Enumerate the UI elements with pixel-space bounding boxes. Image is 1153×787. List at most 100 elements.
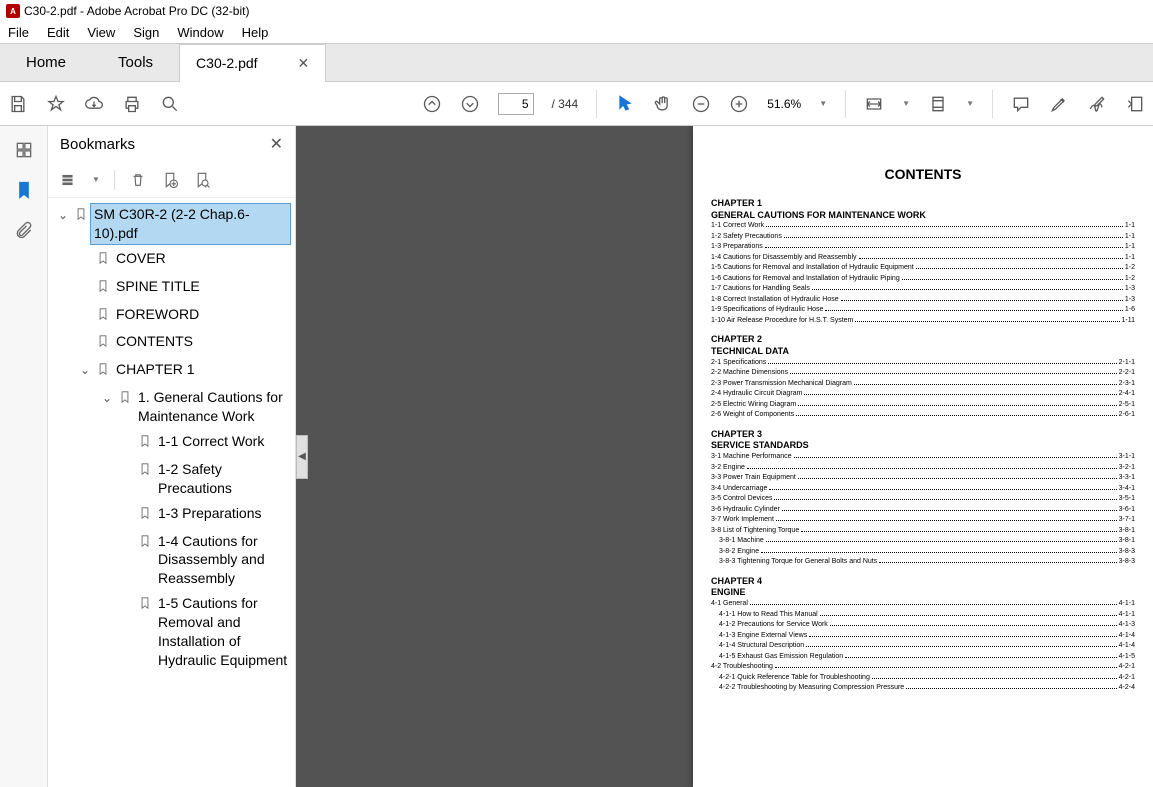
toc-row: 2-6 Weight of Components2-6-1 [711, 410, 1135, 421]
bookmark-item[interactable]: COVER [52, 246, 295, 274]
bookmark-item[interactable]: ⌄SM C30R-2 (2-2 Chap.6-10).pdf [52, 202, 295, 246]
caret-down-icon[interactable]: ▼ [902, 99, 910, 108]
toc-row: 3-6 Hydraulic Cylinder3-6-1 [711, 505, 1135, 516]
menu-help[interactable]: Help [242, 25, 269, 40]
bookmark-item[interactable]: SPINE TITLE [52, 274, 295, 302]
chevron-icon[interactable] [78, 249, 92, 251]
toc-row: 2-4 Hydraulic Circuit Diagram2-4-1 [711, 389, 1135, 400]
chevron-icon[interactable]: ⌄ [78, 360, 92, 378]
toc-row: 1-7 Cautions for Handling Seals1-3 [711, 284, 1135, 295]
close-icon[interactable]: ✕ [270, 134, 283, 154]
bookmark-item[interactable]: 1-2 Safety Precautions [52, 457, 295, 501]
bookmarks-icon[interactable] [14, 180, 34, 200]
tabbar: Home Tools C30-2.pdf ✕ [0, 44, 1153, 82]
bookmarks-header: Bookmarks ✕ [48, 126, 295, 162]
chevron-icon[interactable] [78, 332, 92, 334]
bookmark-item[interactable]: ⌄CHAPTER 1 [52, 357, 295, 385]
toc-row: 1-5 Cautions for Removal and Installatio… [711, 263, 1135, 274]
cloud-sync-icon[interactable] [84, 94, 104, 114]
bookmarks-title: Bookmarks [60, 136, 135, 153]
search-icon[interactable] [160, 94, 180, 114]
chevron-icon[interactable] [120, 594, 134, 596]
bookmark-label: 1-2 Safety Precautions [158, 460, 291, 498]
bookmark-label: COVER [116, 249, 291, 268]
toc-row: 1-9 Specifications of Hydraulic Hose1-6 [711, 305, 1135, 316]
zoom-out-icon[interactable] [691, 94, 711, 114]
bookmark-item[interactable]: CONTENTS [52, 329, 295, 357]
bookmark-label: 1-1 Correct Work [158, 432, 291, 451]
toc-row: 3-3 Power Train Equipment3-3-1 [711, 473, 1135, 484]
close-icon[interactable]: ✕ [298, 55, 310, 72]
bookmarks-tree[interactable]: ⌄SM C30R-2 (2-2 Chap.6-10).pdf COVER SPINE… [48, 198, 295, 787]
chevron-icon[interactable] [120, 532, 134, 534]
fit-width-icon[interactable] [864, 94, 884, 114]
bookmark-item[interactable]: 1-1 Correct Work [52, 429, 295, 457]
pdf-page: CONTENTS CHAPTER 1GENERAL CAUTIONS FOR M… [693, 126, 1153, 787]
toc-row: 4-1-3 Engine External Views4-1-4 [711, 631, 1135, 642]
find-bookmark-icon[interactable] [193, 171, 211, 189]
bookmark-item[interactable]: FOREWORD [52, 302, 295, 330]
add-bookmark-icon[interactable] [161, 171, 179, 189]
side-rail [0, 126, 48, 787]
chevron-icon[interactable] [120, 432, 134, 434]
chevron-icon[interactable] [78, 305, 92, 307]
toc-row: 4-1 General4-1-1 [711, 599, 1135, 610]
toc-row: 1-6 Cautions for Removal and Installatio… [711, 274, 1135, 285]
chevron-icon[interactable] [120, 504, 134, 506]
star-icon[interactable] [46, 94, 66, 114]
tab-home[interactable]: Home [0, 44, 92, 82]
bookmark-item[interactable]: 1-5 Cautions for Removal and Installatio… [52, 591, 295, 673]
toolbar: / 344 51.6% ▼ ▼ ▼ [0, 82, 1153, 126]
trash-icon[interactable] [129, 171, 147, 189]
chapter-title: ENGINE [711, 587, 1135, 599]
toc-row: 3-2 Engine3-2-1 [711, 463, 1135, 474]
save-icon[interactable] [8, 94, 28, 114]
page-up-icon[interactable] [422, 94, 442, 114]
bookmark-item[interactable]: 1-4 Cautions for Disassembly and Reassem… [52, 529, 295, 592]
attachments-icon[interactable] [14, 220, 34, 240]
thumbnails-icon[interactable] [14, 140, 34, 160]
chevron-icon[interactable]: ⌄ [56, 205, 70, 223]
menu-edit[interactable]: Edit [47, 25, 69, 40]
options-icon[interactable] [60, 171, 78, 189]
pointer-icon[interactable] [615, 94, 635, 114]
bookmark-label: 1-4 Cautions for Disassembly and Reassem… [158, 532, 291, 589]
zoom-in-icon[interactable] [729, 94, 749, 114]
bookmark-item[interactable]: ⌄1. General Cautions for Maintenance Wor… [52, 385, 295, 429]
bookmark-item[interactable]: 1-3 Preparations [52, 501, 295, 529]
print-icon[interactable] [122, 94, 142, 114]
hand-icon[interactable] [653, 94, 673, 114]
bookmark-label: SPINE TITLE [116, 277, 291, 296]
window-titlebar: A C30-2.pdf - Adobe Acrobat Pro DC (32-b… [0, 0, 1153, 22]
menu-file[interactable]: File [8, 25, 29, 40]
chevron-icon[interactable] [120, 460, 134, 462]
toc-row: 4-1-2 Precautions for Service Work4-1-3 [711, 620, 1135, 631]
tab-document[interactable]: C30-2.pdf ✕ [179, 44, 326, 82]
toc-row: 4-1-1 How to Read This Manual4-1-1 [711, 610, 1135, 621]
main: Bookmarks ✕ ▼ ⌄SM C30R-2 (2-2 Chap.6-10)… [0, 126, 1153, 787]
comment-icon[interactable] [1011, 94, 1031, 114]
menu-view[interactable]: View [87, 25, 115, 40]
toc-row: 2-5 Electric Wiring Diagram2-5-1 [711, 400, 1135, 411]
caret-down-icon[interactable]: ▼ [966, 99, 974, 108]
bookmarks-toolbar: ▼ [48, 162, 295, 198]
document-area[interactable]: ◀ CONTENTS CHAPTER 1GENERAL CAUTIONS FOR… [296, 126, 1153, 787]
menu-sign[interactable]: Sign [133, 25, 159, 40]
chevron-icon[interactable]: ⌄ [100, 388, 114, 406]
page-display-icon[interactable] [928, 94, 948, 114]
page-total: / 344 [552, 97, 579, 111]
menu-window[interactable]: Window [177, 25, 223, 40]
tab-tools[interactable]: Tools [92, 44, 179, 82]
highlight-icon[interactable] [1049, 94, 1069, 114]
chevron-icon[interactable] [78, 277, 92, 279]
page-number-input[interactable] [498, 93, 534, 115]
window-title: C30-2.pdf - Adobe Acrobat Pro DC (32-bit… [24, 4, 249, 18]
page-down-icon[interactable] [460, 94, 480, 114]
bookmarks-panel: Bookmarks ✕ ▼ ⌄SM C30R-2 (2-2 Chap.6-10)… [48, 126, 296, 787]
zoom-level[interactable]: 51.6% [767, 97, 801, 111]
more-tools-icon[interactable] [1125, 94, 1145, 114]
toc-row: 2-3 Power Transmission Mechanical Diagra… [711, 379, 1135, 390]
caret-down-icon[interactable]: ▼ [819, 99, 827, 108]
sign-icon[interactable] [1087, 94, 1107, 114]
collapse-panel-button[interactable]: ◀ [296, 435, 308, 479]
